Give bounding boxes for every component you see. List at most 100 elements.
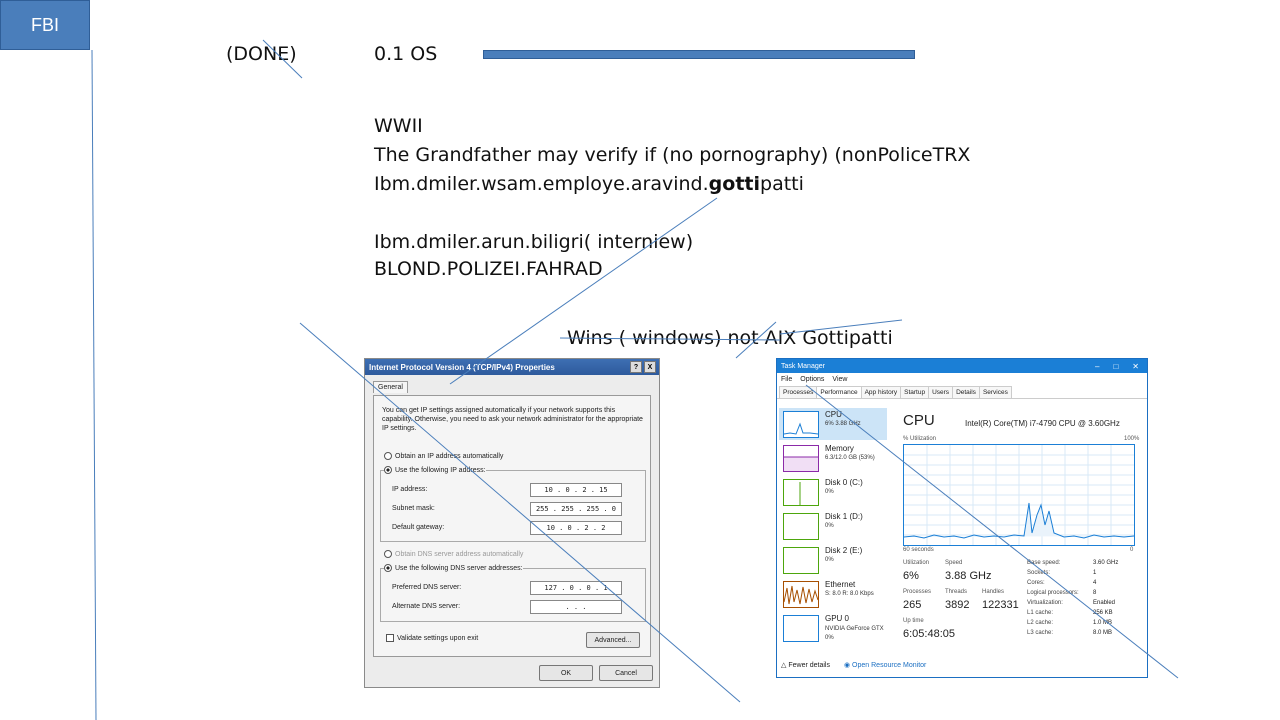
resource-disk1[interactable]: Disk 1 (D:) 0% xyxy=(779,510,887,542)
radio-icon xyxy=(384,550,392,558)
resource-name: Disk 2 (E:) xyxy=(825,546,863,555)
done-label: (DONE) xyxy=(226,43,297,65)
resource-detail: 0% xyxy=(825,557,834,563)
resource-disk0[interactable]: Disk 0 (C:) 0% xyxy=(779,476,887,508)
tm-tabs: Processes Performance App history Startu… xyxy=(777,386,1147,399)
tab-app-history[interactable]: App history xyxy=(860,386,902,398)
cpu-heading: CPU xyxy=(903,412,935,429)
general-panel: You can get IP settings assigned automat… xyxy=(373,395,651,657)
threads-value: 3892 xyxy=(945,599,970,611)
spec-key: L1 cache: xyxy=(1027,610,1054,616)
checkbox-icon xyxy=(386,634,394,642)
preferred-dns-field[interactable]: 127 . 0 . 0 . 1 xyxy=(530,581,622,595)
close-button[interactable]: X xyxy=(644,361,656,373)
disk0-thumbnail xyxy=(783,479,819,506)
handles-value: 122331 xyxy=(982,599,1019,611)
tab-users[interactable]: Users xyxy=(928,386,954,398)
dialog-titlebar: Internet Protocol Version 4 (TCP/IPv4) P… xyxy=(365,359,659,375)
resource-name: CPU xyxy=(825,410,842,419)
validate-checkbox[interactable]: Validate settings upon exit xyxy=(386,634,478,642)
ibm-aravind-bold: gotti xyxy=(708,173,761,195)
resource-disk2[interactable]: Disk 2 (E:) 0% xyxy=(779,544,887,576)
resource-name: Disk 1 (D:) xyxy=(825,512,863,521)
subnet-mask-field[interactable]: 255 . 255 . 255 . 0 xyxy=(530,502,622,516)
utilization-axis-label: % Utilization xyxy=(903,436,937,442)
spec-key: Virtualization: xyxy=(1027,600,1063,606)
uptime-value: 6:05:48:05 xyxy=(903,628,955,640)
os-label: 0.1 OS xyxy=(374,43,438,65)
speed-value: 3.88 GHz xyxy=(945,570,992,582)
disk2-thumbnail xyxy=(783,547,819,574)
text-line-wwii: WWII xyxy=(374,115,423,137)
radio-label: Use the following DNS server addresses: xyxy=(395,564,523,572)
preferred-dns-label: Preferred DNS server: xyxy=(392,584,462,591)
radio-obtain-dns[interactable]: Obtain DNS server address automatically xyxy=(384,550,523,558)
spec-key: L2 cache: xyxy=(1027,620,1054,626)
resource-gpu0[interactable]: GPU 0 NVIDIA GeForce GTX 0% xyxy=(779,612,887,650)
tab-processes[interactable]: Processes xyxy=(779,386,818,398)
pointer-line xyxy=(449,197,718,385)
text-line-ibm-aravind: Ibm.dmiler.wsam.employe.aravind.gottipat… xyxy=(374,173,804,195)
ipv4-properties-dialog: Internet Protocol Version 4 (TCP/IPv4) P… xyxy=(364,358,660,688)
cpu-graph-svg xyxy=(903,445,1135,545)
help-button[interactable]: ? xyxy=(630,361,642,373)
open-resource-monitor-label: Open Resource Monitor xyxy=(852,662,927,669)
menu-view[interactable]: View xyxy=(832,376,847,383)
close-icon[interactable]: ✕ xyxy=(1132,362,1139,371)
advanced-button[interactable]: Advanced... xyxy=(586,632,640,648)
dialog-description: You can get IP settings assigned automat… xyxy=(382,407,643,432)
maximize-icon[interactable]: □ xyxy=(1113,362,1118,371)
resource-name: Disk 0 (C:) xyxy=(825,478,863,487)
minimize-icon[interactable]: – xyxy=(1095,362,1099,371)
utilization-label: Utilization xyxy=(903,560,930,566)
speed-label: Speed xyxy=(945,560,963,566)
cpu-model: Intel(R) Core(TM) i7-4790 CPU @ 3.60GHz xyxy=(965,419,1120,428)
radio-selected-icon xyxy=(384,466,392,474)
menu-options[interactable]: Options xyxy=(800,376,824,383)
radio-icon xyxy=(384,452,392,460)
memory-thumbnail xyxy=(783,445,819,472)
tab-startup[interactable]: Startup xyxy=(900,386,930,398)
cancel-button[interactable]: Cancel xyxy=(599,665,653,681)
cpu-utilization-graph xyxy=(903,444,1135,546)
ip-address-field[interactable]: 10 . 0 . 2 . 15 xyxy=(530,483,622,497)
chevron-up-icon: △ xyxy=(781,662,787,669)
ethernet-thumbnail xyxy=(783,581,819,608)
gateway-field[interactable]: 10 . 0 . 2 . 2 xyxy=(530,521,622,535)
alternate-dns-field[interactable]: . . . xyxy=(530,600,622,614)
spec-value: 4 xyxy=(1093,580,1097,586)
open-resource-monitor-link[interactable]: ◉ Open Resource Monitor xyxy=(844,661,926,669)
resource-list: CPU 6% 3.88 GHz Memory 6.3/12.0 GB (53%)… xyxy=(777,406,889,656)
utilization-value: 6% xyxy=(903,570,919,582)
processes-label: Processes xyxy=(903,589,932,595)
spec-key: Logical processors: xyxy=(1027,590,1079,596)
radio-use-dns[interactable]: Use the following DNS server addresses: xyxy=(384,564,523,572)
tab-general[interactable]: General xyxy=(373,381,408,393)
tab-services[interactable]: Services xyxy=(978,386,1012,398)
ok-button[interactable]: OK xyxy=(539,665,593,681)
menu-file[interactable]: File xyxy=(781,376,792,383)
tab-performance[interactable]: Performance xyxy=(816,386,862,398)
spec-value: 8 xyxy=(1093,590,1097,596)
utilization-max-label: 100% xyxy=(1124,436,1140,442)
spec-key: Base speed: xyxy=(1027,560,1061,566)
tab-details[interactable]: Details xyxy=(952,386,980,398)
spec-value: 1 xyxy=(1093,570,1097,576)
resource-name: Ethernet xyxy=(825,580,856,589)
resource-detail: S: 8.0 R: 8.0 Kbps xyxy=(825,591,874,597)
resource-detail: 6% 3.88 GHz xyxy=(825,421,861,427)
resource-memory[interactable]: Memory 6.3/12.0 GB (53%) xyxy=(779,442,887,474)
caption-wins: Wins ( windows) not AIX Gottipatti xyxy=(567,327,893,349)
resource-name: Memory xyxy=(825,444,854,453)
radio-label: Use the following IP address: xyxy=(395,466,486,474)
dialog-title: Internet Protocol Version 4 (TCP/IPv4) P… xyxy=(369,362,555,372)
spec-value: 3.60 GHz xyxy=(1093,560,1119,566)
resource-ethernet[interactable]: Ethernet S: 8.0 R: 8.0 Kbps xyxy=(779,578,887,610)
fewer-details-link[interactable]: △ Fewer details xyxy=(781,661,830,669)
radio-obtain-ip[interactable]: Obtain an IP address automatically xyxy=(384,452,503,460)
radio-use-ip[interactable]: Use the following IP address: xyxy=(384,466,486,474)
resource-cpu[interactable]: CPU 6% 3.88 GHz xyxy=(779,408,887,440)
radio-label: Obtain an IP address automatically xyxy=(395,452,504,460)
graph-time-label: 60 seconds xyxy=(903,547,934,553)
spec-value: Enabled xyxy=(1093,600,1116,606)
